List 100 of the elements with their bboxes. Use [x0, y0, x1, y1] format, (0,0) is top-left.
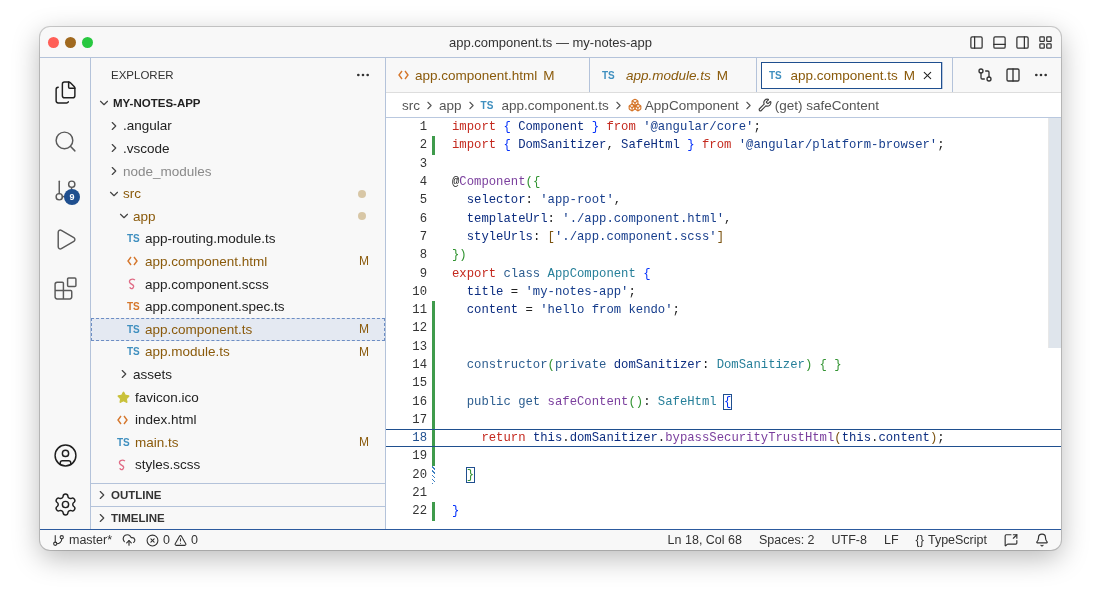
- split-editor-icon[interactable]: [1005, 67, 1021, 83]
- folder-item[interactable]: MY-NOTES-APP: [91, 92, 385, 115]
- file-item[interactable]: TS app.component.spec.ts: [91, 295, 385, 318]
- branch-name[interactable]: master*: [69, 533, 113, 547]
- git-status: M: [359, 435, 369, 450]
- file-item[interactable]: app.component.scss: [91, 272, 385, 296]
- compare-icon[interactable]: [977, 67, 993, 83]
- settings-icon[interactable]: [52, 492, 78, 517]
- wrench-icon: [757, 98, 772, 112]
- folder-item[interactable]: .angular: [91, 114, 385, 138]
- file-name: styles.scss: [135, 457, 202, 473]
- breadcrumb[interactable]: AppComponent: [644, 97, 739, 113]
- file-item[interactable]: TS app-routing.module.ts: [91, 227, 385, 251]
- typescript-file-icon: TS: [769, 70, 785, 81]
- line-number: 17: [411, 412, 427, 427]
- line-number: 5: [418, 193, 427, 208]
- line-number: 18: [411, 431, 427, 446]
- error-count[interactable]: 0: [163, 533, 171, 547]
- file-item[interactable]: TS app.component.ts M: [91, 317, 385, 341]
- html-file-icon: [117, 414, 128, 425]
- warning-icon: [174, 533, 188, 547]
- typescript-file-icon: TS: [602, 69, 620, 81]
- files-icon[interactable]: [52, 80, 78, 105]
- warning-count[interactable]: 0: [191, 533, 198, 547]
- line-number: 15: [411, 376, 427, 391]
- line-number: 9: [418, 266, 427, 281]
- code-line: title = 'my-notes-app';: [465, 284, 636, 299]
- file-item[interactable]: TS main.ts M: [91, 430, 385, 454]
- secondary-sidebar-toggle-icon[interactable]: [1015, 34, 1030, 50]
- close-window-button[interactable]: [48, 36, 59, 48]
- typescript-file-icon: TS: [127, 233, 145, 245]
- panel-toggle-icon[interactable]: [992, 34, 1007, 50]
- feedback-icon[interactable]: [1004, 533, 1018, 547]
- editor-tab[interactable]: TS app.component.ts M: [761, 62, 943, 89]
- line-number: 11: [411, 303, 427, 318]
- line-number: 21: [411, 486, 427, 501]
- section-title[interactable]: OUTLINE: [111, 489, 162, 501]
- account-icon[interactable]: [52, 443, 78, 468]
- minimize-window-button[interactable]: [65, 36, 76, 48]
- code-line: }: [452, 504, 460, 519]
- branch-icon: [52, 533, 65, 547]
- file-item[interactable]: app.component.html M: [91, 250, 385, 273]
- modified-dot: [358, 189, 366, 198]
- status-item[interactable]: LF: [884, 533, 899, 547]
- line-number: 12: [411, 321, 427, 336]
- extensions-icon[interactable]: [52, 276, 78, 301]
- html-file-icon: [398, 70, 409, 80]
- status-item[interactable]: UTF-8: [831, 533, 867, 547]
- folder-item[interactable]: .vscode: [91, 137, 385, 160]
- scrollbar[interactable]: [1048, 118, 1061, 348]
- code-line: }): [452, 248, 467, 263]
- git-status: M: [359, 254, 369, 269]
- search-icon[interactable]: [52, 129, 78, 154]
- line-number: 19: [411, 449, 427, 464]
- braces-icon: {}: [915, 533, 924, 547]
- folder-item[interactable]: app: [91, 204, 385, 228]
- section-title[interactable]: TIMELINE: [111, 512, 165, 524]
- status-item[interactable]: TypeScript: [927, 533, 987, 547]
- line-number: 7: [418, 229, 427, 244]
- file-name: .vscode: [123, 141, 171, 156]
- error-icon: [146, 533, 160, 547]
- sidebar-title: EXPLORER: [111, 69, 175, 81]
- code-line: styleUrls: ['./app.component.scss']: [465, 229, 725, 244]
- sass-file-icon: [117, 458, 128, 471]
- file-item[interactable]: index.html: [91, 408, 385, 431]
- line-number: 4: [418, 175, 427, 190]
- code-line: content = 'hello from kendo';: [465, 303, 680, 318]
- breadcrumb[interactable]: app: [439, 97, 462, 113]
- file-name: index.html: [135, 412, 198, 428]
- file-name: app.component.html: [145, 253, 269, 269]
- line-number: 20: [411, 467, 427, 482]
- file-item[interactable]: TS app.module.ts M: [91, 340, 385, 364]
- bell-icon[interactable]: [1035, 533, 1049, 547]
- file-name: app: [133, 208, 157, 224]
- file-name: node_modules: [123, 163, 213, 179]
- breadcrumb[interactable]: app.component.ts: [501, 97, 609, 113]
- typescript-file-icon: TS: [127, 346, 145, 358]
- change-marker: [432, 502, 435, 521]
- code-line: import { DomSanitizer, SafeHtml } from '@angular/platform-browser';: [452, 138, 945, 153]
- layout-icon[interactable]: [1038, 34, 1053, 50]
- cloud-upload-icon[interactable]: [122, 533, 137, 547]
- line-number: 6: [418, 211, 427, 226]
- sidebar-toggle-icon[interactable]: [969, 34, 984, 50]
- breadcrumb[interactable]: src: [402, 97, 420, 113]
- sass-file-icon: [127, 278, 138, 291]
- window-title: app.component.ts — my-notes-app: [448, 34, 653, 50]
- html-file-icon: [127, 256, 138, 267]
- code-line: return this.domSanitizer.bypassSecurityTrustHtml(this.content);: [480, 431, 945, 446]
- status-item[interactable]: Ln 18, Col 68: [667, 533, 742, 547]
- line-number: 8: [418, 248, 427, 263]
- git-status: M: [359, 344, 369, 359]
- breadcrumb[interactable]: (get) safeContent: [774, 97, 879, 113]
- file-item[interactable]: styles.scss: [91, 453, 385, 477]
- line-number: 1: [418, 120, 427, 135]
- folder-item[interactable]: assets: [91, 363, 385, 386]
- folder-item[interactable]: src: [91, 182, 385, 205]
- file-item[interactable]: favicon.ico: [91, 385, 385, 409]
- file-name: favicon.ico: [135, 389, 200, 405]
- code-line: export class AppComponent {: [452, 266, 651, 281]
- status-item[interactable]: Spaces: 2: [758, 533, 815, 547]
